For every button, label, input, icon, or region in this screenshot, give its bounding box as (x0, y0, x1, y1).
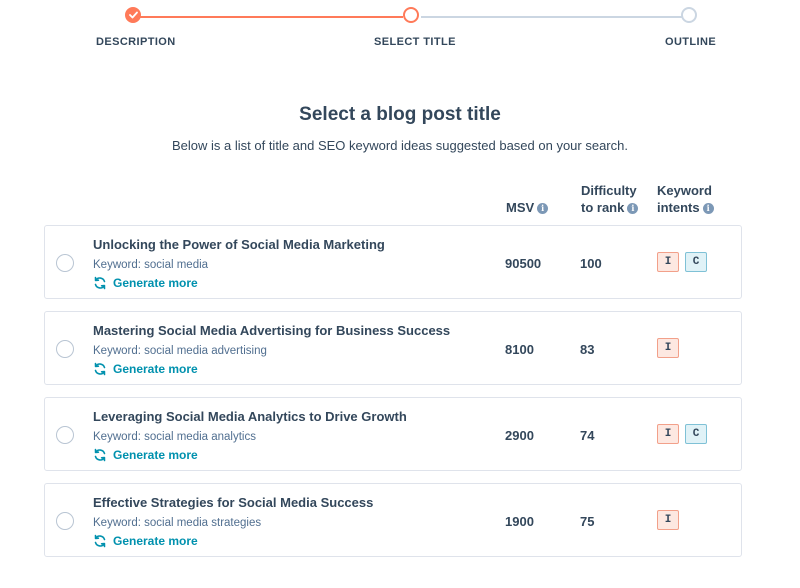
title-option-card[interactable]: Leveraging Social Media Analytics to Dri… (44, 397, 742, 471)
title-option-text: Unlocking the Power of Social Media Mark… (93, 237, 385, 252)
generate-more-link[interactable]: Generate more (93, 362, 198, 376)
intent-badges: I (657, 510, 679, 530)
generate-more-label: Generate more (113, 276, 198, 290)
intent-badge-commercial: C (685, 252, 707, 272)
generate-more-label: Generate more (113, 534, 198, 548)
msv-value: 1900 (505, 514, 534, 529)
intent-badges: I (657, 338, 679, 358)
column-header-difficulty: Difficulty to rank i (581, 182, 639, 216)
progress-stepper: DESCRIPTION SELECT TITLE OUTLINE (0, 0, 800, 60)
step-outline-label[interactable]: OUTLINE (665, 36, 716, 48)
generate-more-link[interactable]: Generate more (93, 534, 198, 548)
intent-badges: I C (657, 424, 707, 444)
generate-more-link[interactable]: Generate more (93, 448, 198, 462)
step-select-title-dot[interactable] (403, 7, 419, 23)
title-radio[interactable] (56, 426, 74, 444)
difficulty-value: 100 (580, 256, 602, 271)
intent-badges: I C (657, 252, 707, 272)
intent-badge-informational: I (657, 338, 679, 358)
title-option-text: Leveraging Social Media Analytics to Dri… (93, 409, 407, 424)
info-icon[interactable]: i (702, 203, 714, 214)
title-option-text: Mastering Social Media Advertising for B… (93, 323, 451, 338)
intent-badge-informational: I (657, 424, 679, 444)
title-radio[interactable] (56, 512, 74, 530)
intent-badge-informational: I (657, 510, 679, 530)
generate-more-label: Generate more (113, 448, 198, 462)
column-header-intents-line2: intents (657, 200, 700, 215)
step-outline-dot[interactable] (681, 7, 697, 23)
check-icon (128, 11, 138, 19)
title-keyword: Keyword: social media advertising (93, 345, 267, 357)
column-header-difficulty-line1: Difficulty (581, 183, 637, 198)
step-description-label[interactable]: DESCRIPTION (96, 36, 176, 48)
stepper-line-complete (134, 16, 403, 18)
generate-more-label: Generate more (113, 362, 198, 376)
page-title: Select a blog post title (299, 104, 501, 125)
msv-value: 2900 (505, 428, 534, 443)
difficulty-value: 75 (580, 514, 595, 529)
intent-badge-informational: I (657, 252, 679, 272)
difficulty-value: 83 (580, 342, 595, 357)
msv-value: 8100 (505, 342, 534, 357)
refresh-icon (94, 534, 106, 548)
info-icon[interactable]: i (627, 203, 639, 214)
title-keyword: Keyword: social media (93, 259, 209, 271)
refresh-icon (94, 448, 106, 462)
column-header-difficulty-line2: to rank (581, 200, 625, 215)
title-keyword: Keyword: social media analytics (93, 431, 256, 443)
title-keyword: Keyword: social media strategies (93, 517, 262, 529)
page-subtitle: Below is a list of title and SEO keyword… (172, 138, 628, 153)
title-option-card[interactable]: Effective Strategies for Social Media Su… (44, 483, 742, 557)
intent-badge-commercial: C (685, 424, 707, 444)
column-header-msv-label: MSV (506, 200, 535, 215)
title-option-card[interactable]: Unlocking the Power of Social Media Mark… (44, 225, 742, 299)
difficulty-value: 74 (580, 428, 595, 443)
title-option-text: Effective Strategies for Social Media Su… (93, 495, 374, 510)
stepper-line-pending (421, 16, 682, 18)
info-icon[interactable]: i (537, 203, 549, 214)
msv-value: 90500 (505, 256, 542, 271)
step-description-dot[interactable] (125, 7, 141, 23)
title-option-card[interactable]: Mastering Social Media Advertising for B… (44, 311, 742, 385)
column-header-intents: Keyword intents i (657, 182, 714, 216)
column-header-intents-line1: Keyword (657, 183, 712, 198)
column-header-msv: MSV i (506, 199, 549, 216)
step-select-title-label[interactable]: SELECT TITLE (374, 36, 456, 48)
refresh-icon (94, 276, 106, 290)
title-radio[interactable] (56, 340, 74, 358)
refresh-icon (94, 362, 106, 376)
generate-more-link[interactable]: Generate more (93, 276, 198, 290)
title-radio[interactable] (56, 254, 74, 272)
